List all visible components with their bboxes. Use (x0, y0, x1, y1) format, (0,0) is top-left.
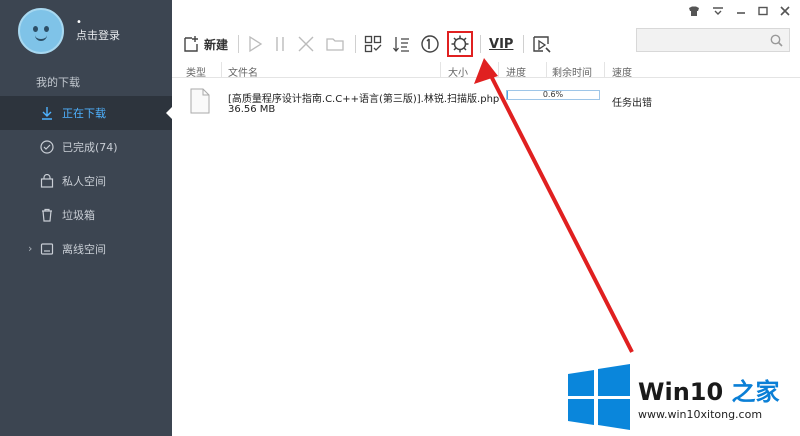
sidebar-item-offline-space[interactable]: › 离线空间 (0, 232, 172, 266)
speed-limit-button[interactable] (420, 34, 440, 54)
start-button[interactable] (247, 35, 263, 53)
video-play-icon (533, 36, 552, 53)
skin-icon[interactable] (688, 6, 700, 19)
video-play-button[interactable] (532, 34, 552, 54)
toolbar-divider (238, 35, 240, 53)
check-circle-icon (40, 140, 54, 154)
task-progress-text: 0.6% (542, 90, 564, 99)
trash-icon (42, 208, 52, 222)
maximize-icon[interactable] (758, 6, 768, 19)
task-file-name: [高质量程序设计指南.C.C++语言(第三版)].林锐.扫描版.php (228, 94, 500, 105)
column-header-size[interactable]: 大小 (448, 64, 468, 79)
watermark-title: Win10 之家 (638, 378, 780, 406)
main-panel: 新建 VIP 类型 文件名 大小 进度 剩余时间 速度 [高质量程序设计指南.C… (172, 0, 800, 436)
sidebar-item-label: 已完成(74) (62, 141, 118, 154)
new-task-button[interactable]: 新建 (182, 35, 228, 53)
open-folder-button[interactable] (325, 35, 345, 53)
toolbar-divider (480, 35, 482, 53)
watermark-url: www.win10xitong.com (638, 408, 763, 421)
sidebar-item-label: 私人空间 (62, 175, 106, 188)
toolbar-divider (355, 35, 357, 53)
sidebar-item-completed[interactable]: 已完成(74) (0, 130, 172, 164)
toolbar: 新建 VIP (182, 30, 562, 58)
avatar[interactable] (18, 8, 64, 54)
status-dot: • (76, 17, 82, 28)
toolbar-divider (523, 35, 525, 53)
new-task-label: 新建 (204, 37, 229, 52)
vip-label: VIP (489, 36, 514, 52)
watermark-logo: Win10 之家 www.win10xitong.com (560, 356, 800, 436)
column-header-type[interactable]: 类型 (186, 64, 206, 79)
batch-select-button[interactable] (364, 35, 382, 53)
sort-button[interactable] (392, 35, 410, 53)
profile[interactable]: • 点击登录 (0, 0, 172, 62)
task-row[interactable]: [高质量程序设计指南.C.C++语言(第三版)].林锐.扫描版.php 36.5… (172, 84, 800, 124)
section-title: 我的下载 (36, 76, 80, 89)
task-file-size: 36.56 MB (228, 104, 276, 115)
lock-box-icon (40, 174, 54, 188)
download-icon (42, 107, 52, 120)
delete-x-icon (298, 36, 314, 52)
sidebar-item-private-space[interactable]: 私人空间 (0, 164, 172, 198)
column-header-remaining[interactable]: 剩余时间 (552, 64, 592, 79)
search-icon[interactable] (770, 34, 783, 47)
menu-icon[interactable] (712, 6, 724, 19)
task-list-header: 类型 文件名 大小 进度 剩余时间 速度 (172, 62, 800, 79)
sidebar-item-downloading[interactable]: 正在下载 (0, 96, 172, 130)
new-file-icon (184, 36, 198, 52)
cloud-icon (40, 243, 54, 255)
close-icon[interactable] (780, 6, 790, 19)
login-label[interactable]: 点击登录 (76, 29, 120, 42)
sidebar-item-label: 垃圾箱 (62, 209, 95, 222)
search-input[interactable] (636, 28, 790, 52)
vip-button[interactable]: VIP (489, 37, 513, 52)
grid-check-icon (364, 35, 382, 53)
gear-icon (451, 35, 469, 53)
task-progress-bar: 0.6% (506, 90, 600, 100)
pause-button[interactable] (273, 35, 287, 53)
column-header-progress[interactable]: 进度 (506, 64, 526, 79)
windows-logo-icon (568, 364, 630, 430)
minimize-icon[interactable] (736, 6, 746, 19)
sidebar: • 点击登录 我的下载 正在下载 已完成(74) 私人空间 垃圾箱 › 离线空间 (0, 0, 172, 436)
sidebar-item-trash[interactable]: 垃圾箱 (0, 198, 172, 232)
delete-button[interactable] (297, 35, 315, 53)
window-controls (688, 6, 790, 19)
file-icon (190, 88, 210, 114)
sort-icon (393, 37, 410, 53)
chevron-right-icon[interactable]: › (28, 242, 32, 255)
speed-limit-icon (421, 35, 439, 53)
column-header-speed[interactable]: 速度 (612, 64, 632, 79)
pause-icon (276, 37, 284, 51)
play-icon (249, 35, 263, 53)
task-status: 任务出错 (612, 98, 652, 109)
folder-icon (326, 38, 344, 51)
settings-button[interactable] (447, 31, 474, 57)
sidebar-item-label: 正在下载 (62, 107, 106, 120)
sidebar-item-label: 离线空间 (62, 243, 106, 256)
column-header-name[interactable]: 文件名 (228, 64, 258, 79)
login-link[interactable]: • 点击登录 (76, 17, 120, 43)
